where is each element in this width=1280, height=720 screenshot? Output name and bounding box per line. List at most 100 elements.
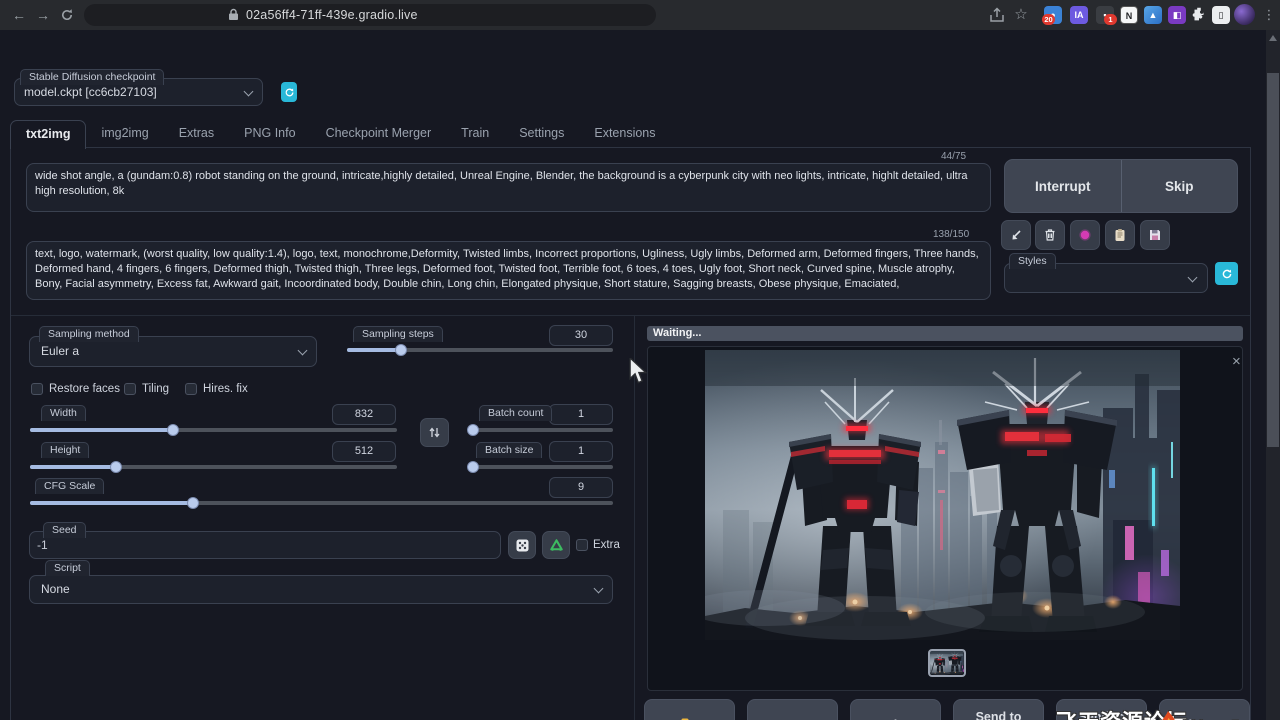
width-label: Width — [41, 405, 86, 421]
share-icon[interactable] — [988, 6, 1006, 24]
width-slider[interactable] — [30, 428, 397, 432]
batch-size-slider[interactable] — [468, 465, 613, 469]
slider-thumb[interactable] — [467, 424, 479, 436]
sampling-method-label: Sampling method — [39, 326, 139, 342]
prompt-input[interactable]: wide shot angle, a (gundam:0.8) robot st… — [26, 163, 991, 212]
cfg-scale-input[interactable]: 9 — [549, 477, 613, 498]
bookmark-star-icon[interactable]: ☆ — [1012, 6, 1030, 24]
script-dropdown[interactable] — [29, 575, 613, 604]
extra-networks-button[interactable] — [1070, 220, 1100, 250]
close-preview-icon[interactable]: × — [1232, 355, 1241, 369]
main-tabbar: txt2img img2img Extras PNG Info Checkpoi… — [10, 120, 1251, 148]
reload-icon[interactable] — [58, 6, 76, 24]
scrollbar-thumb[interactable] — [1267, 73, 1279, 447]
width-input[interactable]: 832 — [332, 404, 396, 425]
slider-fill — [30, 465, 116, 469]
sampling-steps-slider[interactable] — [347, 348, 613, 352]
slider-thumb[interactable] — [110, 461, 122, 473]
slider-thumb[interactable] — [187, 497, 199, 509]
flame-icon — [1158, 710, 1179, 720]
browser-toolbar: ← → 02a56ff4-71ff-439e.gradio.live ☆ ● 2… — [0, 0, 1280, 30]
cfg-scale-label: CFG Scale — [35, 478, 104, 494]
tab-extensions[interactable]: Extensions — [579, 120, 670, 148]
extra-seed-checkbox[interactable] — [576, 539, 588, 551]
negative-prompt-token-counter: 138/150 — [933, 229, 969, 240]
extension-ia-icon[interactable]: IA — [1070, 6, 1088, 24]
generated-image[interactable] — [705, 350, 1180, 640]
script-label: Script — [45, 560, 90, 576]
floppy-disk-icon — [1148, 228, 1162, 242]
interrupt-button[interactable]: Interrupt — [1005, 160, 1121, 212]
hires-fix-checkbox[interactable] — [185, 383, 197, 395]
save-button[interactable]: Save — [747, 699, 838, 720]
swap-dimensions-button[interactable] — [420, 418, 449, 447]
divider — [11, 315, 1250, 316]
seed-input[interactable] — [29, 531, 501, 559]
mouse-cursor — [628, 358, 650, 384]
batch-size-input[interactable]: 1 — [549, 441, 613, 462]
cfg-scale-slider[interactable] — [30, 501, 613, 505]
batch-count-slider[interactable] — [468, 428, 613, 432]
batch-count-label: Batch count — [479, 405, 552, 421]
height-slider[interactable] — [30, 465, 397, 469]
extension-onenote-icon[interactable]: ◧ — [1168, 6, 1186, 24]
batch-size-label: Batch size — [476, 442, 542, 458]
url-text[interactable]: 02a56ff4-71ff-439e.gradio.live — [246, 8, 418, 22]
height-input[interactable]: 512 — [332, 441, 396, 462]
restore-faces-label: Restore faces — [49, 383, 120, 395]
sampling-steps-input[interactable]: 30 — [549, 325, 613, 346]
apply-style-button[interactable] — [1105, 220, 1135, 250]
extension-notion-icon[interactable]: N — [1120, 6, 1138, 24]
trash-icon — [1043, 228, 1057, 242]
lock-icon — [228, 8, 239, 21]
refresh-styles-button[interactable] — [1215, 262, 1238, 285]
browser-menu-icon[interactable]: ⋮ — [1260, 6, 1278, 24]
save-style-button[interactable] — [1140, 220, 1170, 250]
pin-badge: 20 — [1042, 14, 1055, 25]
page-scrollbar[interactable] — [1266, 30, 1280, 720]
sidebar-toggle-icon[interactable]: ▯ — [1212, 6, 1230, 24]
tab-img2img[interactable]: img2img — [86, 120, 163, 148]
tab-extras[interactable]: Extras — [164, 120, 229, 148]
tab-checkpoint-merger[interactable]: Checkpoint Merger — [311, 120, 447, 148]
refresh-icon — [1221, 268, 1233, 280]
progress-bar: Waiting... — [647, 326, 1243, 341]
checkpoint-label: Stable Diffusion checkpoint — [20, 69, 164, 85]
open-folder-button[interactable] — [644, 699, 735, 720]
back-icon[interactable]: ← — [10, 6, 28, 24]
negative-prompt-input[interactable]: text, logo, watermark, (worst quality, l… — [26, 241, 991, 300]
read-params-button[interactable] — [1001, 220, 1031, 250]
scroll-up-arrow[interactable] — [1269, 35, 1277, 41]
checkpoint-value: model.ckpt [cc6cb27103] — [24, 85, 157, 99]
zip-button[interactable]: Zip — [850, 699, 941, 720]
reuse-seed-button[interactable] — [542, 531, 570, 559]
extensions-puzzle-icon[interactable] — [1190, 6, 1208, 24]
slider-thumb[interactable] — [395, 344, 407, 356]
tab-txt2img[interactable]: txt2img — [10, 120, 86, 149]
refresh-checkpoint-button[interactable] — [281, 82, 297, 102]
generate-button-group: Interrupt Skip — [1004, 159, 1238, 213]
extra-seed-label: Extra — [593, 539, 620, 551]
forward-icon[interactable]: → — [34, 6, 52, 24]
batch-count-input[interactable]: 1 — [549, 404, 613, 425]
random-seed-button[interactable] — [508, 531, 536, 559]
extension-image-icon[interactable]: ▲ — [1144, 6, 1162, 24]
slider-fill — [30, 501, 193, 505]
tab-png-info[interactable]: PNG Info — [229, 120, 310, 148]
skip-button[interactable]: Skip — [1121, 160, 1238, 212]
tiling-label: Tiling — [142, 383, 169, 395]
tab-train[interactable]: Train — [446, 120, 504, 148]
send-to-img2img-button[interactable]: Send to img2img — [953, 699, 1044, 720]
restore-faces-checkbox[interactable] — [31, 383, 43, 395]
thumbnail-image — [930, 651, 964, 675]
refresh-icon — [284, 87, 295, 98]
tiling-checkbox[interactable] — [124, 383, 136, 395]
clear-prompt-button[interactable] — [1035, 220, 1065, 250]
tab-settings[interactable]: Settings — [504, 120, 579, 148]
progress-status: Waiting... — [653, 327, 701, 339]
profile-avatar[interactable] — [1234, 4, 1255, 25]
slider-thumb[interactable] — [467, 461, 479, 473]
slider-thumb[interactable] — [167, 424, 179, 436]
gallery-thumbnail[interactable] — [930, 651, 964, 675]
swap-arrows-icon — [428, 426, 441, 439]
